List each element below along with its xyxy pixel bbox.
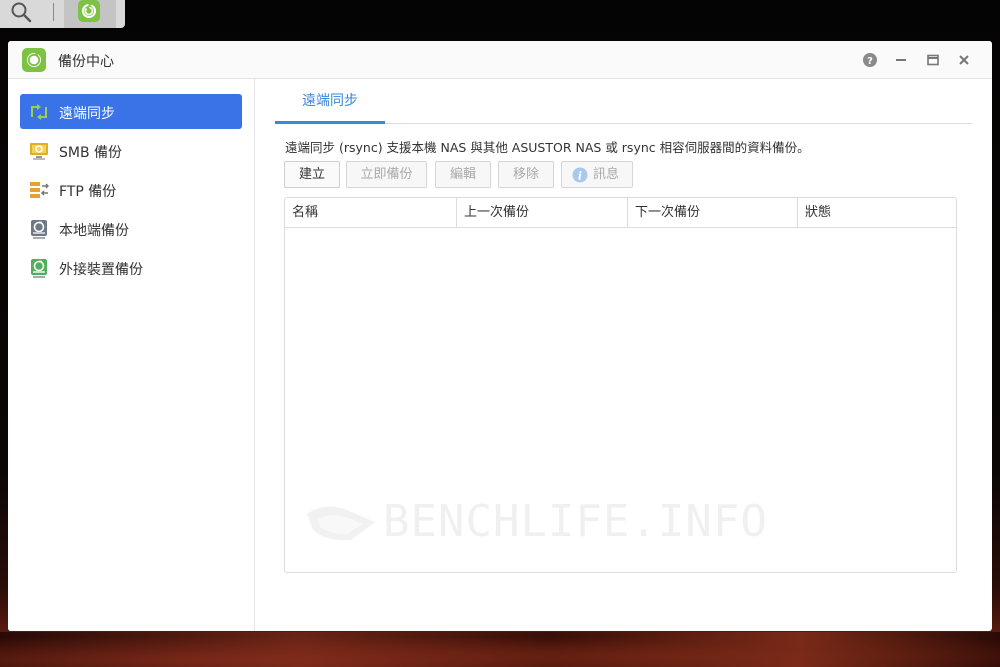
tab-remote-sync[interactable]: 遠端同步	[275, 79, 385, 124]
smb-backup-icon	[29, 141, 49, 161]
minimize-icon[interactable]	[893, 52, 909, 68]
sidebar-item-label: FTP 備份	[59, 184, 117, 200]
create-button[interactable]: 建立	[284, 161, 340, 188]
watermark-text: BENCHLIFE.INFO	[383, 496, 768, 547]
remove-button[interactable]: 移除	[498, 161, 554, 188]
column-header-status[interactable]: 狀態	[798, 198, 956, 228]
taskbar-divider	[53, 3, 54, 21]
taskbar	[0, 0, 125, 28]
watermark-logo-icon	[303, 500, 379, 546]
ftp-backup-icon	[29, 180, 50, 200]
tab-bar: 遠端同步	[275, 79, 972, 124]
svg-text:?: ?	[867, 56, 873, 67]
backup-center-window: 備份中心 ? 遠端同步 SMB 備份 FTP 備份 本地端備份 外接裝置備份 遠…	[8, 41, 992, 631]
sidebar-item-label: 本地端備份	[59, 223, 129, 239]
info-button[interactable]: i 訊息	[561, 161, 633, 188]
help-icon[interactable]: ?	[862, 52, 878, 68]
main-content: 遠端同步 遠端同步 (rsync) 支援本機 NAS 與其他 ASUSTOR N…	[256, 79, 992, 631]
backup-jobs-table: 名稱 上一次備份 下一次備份 狀態 BENCHLIFE.INFO	[284, 197, 957, 573]
sync-folder-icon	[29, 102, 49, 122]
window-title: 備份中心	[58, 54, 114, 70]
external-device-icon	[29, 258, 49, 278]
column-header-name[interactable]: 名稱	[285, 198, 457, 228]
close-icon[interactable]	[956, 52, 972, 68]
backup-center-icon	[22, 48, 46, 72]
search-icon[interactable]	[6, 1, 36, 23]
sidebar: 遠端同步 SMB 備份 FTP 備份 本地端備份 外接裝置備份	[8, 79, 255, 631]
svg-text:i: i	[578, 170, 582, 183]
sidebar-item-remote-sync[interactable]: 遠端同步	[20, 94, 242, 129]
backup-now-button[interactable]: 立即備份	[346, 161, 427, 188]
sidebar-item-local-backup[interactable]: 本地端備份	[20, 211, 242, 246]
local-backup-icon	[29, 219, 49, 239]
sidebar-item-ftp-backup[interactable]: FTP 備份	[20, 172, 242, 207]
sidebar-item-smb-backup[interactable]: SMB 備份	[20, 133, 242, 168]
column-header-last-backup[interactable]: 上一次備份	[457, 198, 628, 228]
window-titlebar[interactable]: 備份中心 ?	[8, 41, 992, 79]
sidebar-item-label: SMB 備份	[59, 145, 123, 161]
edit-button[interactable]: 編輯	[435, 161, 491, 188]
watermark: BENCHLIFE.INFO	[303, 494, 767, 554]
sidebar-item-label: 遠端同步	[59, 106, 115, 122]
desktop-wallpaper-strip	[0, 632, 1000, 667]
table-header: 名稱 上一次備份 下一次備份 狀態	[285, 198, 956, 228]
maximize-icon[interactable]	[925, 52, 941, 68]
sidebar-item-external-device-backup[interactable]: 外接裝置備份	[20, 250, 242, 285]
description-text: 遠端同步 (rsync) 支援本機 NAS 與其他 ASUSTOR NAS 或 …	[285, 140, 810, 155]
info-button-label: 訊息	[593, 167, 620, 182]
taskbar-backup-center-app[interactable]	[64, 0, 116, 28]
column-header-next-backup[interactable]: 下一次備份	[628, 198, 798, 228]
sidebar-item-label: 外接裝置備份	[59, 262, 143, 278]
info-icon: i	[572, 167, 588, 183]
backup-center-icon	[78, 0, 100, 22]
